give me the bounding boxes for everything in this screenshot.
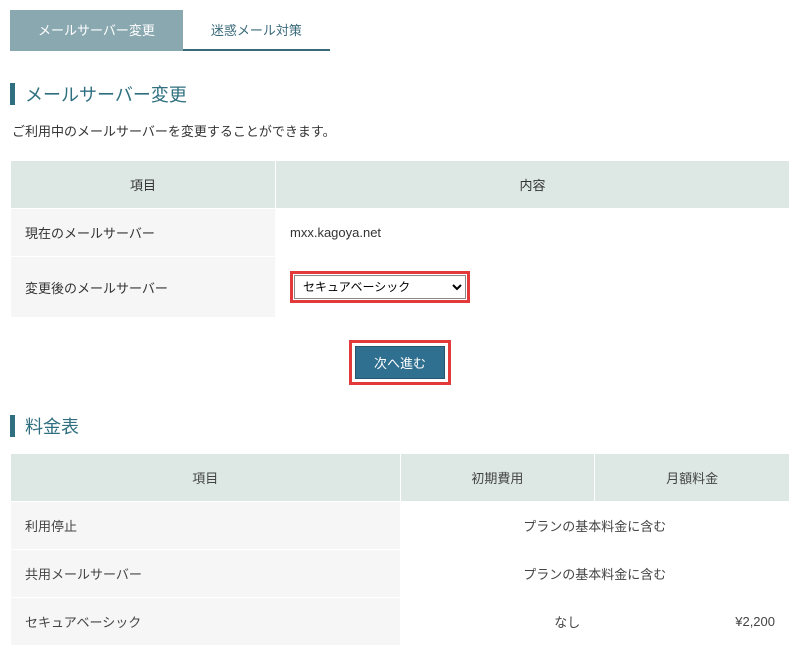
price-head-item: 項目	[11, 454, 401, 502]
heading-bar-icon	[10, 415, 15, 437]
price-row-monthly: ¥2,200	[595, 598, 790, 646]
price-row-label: 共用メールサーバー	[11, 550, 401, 598]
section-title: メールサーバー変更	[25, 81, 187, 107]
price-row-label: 利用停止	[11, 502, 401, 550]
price-row-merged: プランの基本料金に含む	[400, 550, 790, 598]
tab-bar: メールサーバー変更 迷惑メール対策	[10, 10, 790, 51]
new-server-label: 変更後のメールサーバー	[11, 257, 276, 318]
tab-mail-server-change[interactable]: メールサーバー変更	[10, 10, 183, 51]
price-table: 項目 初期費用 月額料金 利用停止 プランの基本料金に含む 共用メールサーバー …	[10, 453, 790, 646]
price-row-merged: プランの基本料金に含む	[400, 502, 790, 550]
next-button[interactable]: 次へ進む	[355, 346, 445, 379]
button-row: 次へ進む	[10, 340, 790, 385]
select-highlight-frame: セキュアベーシック	[290, 271, 470, 303]
current-server-label: 現在のメールサーバー	[11, 209, 276, 257]
price-head-monthly: 月額料金	[595, 454, 790, 502]
new-server-cell: セキュアベーシック	[276, 257, 790, 318]
tab-spam-settings[interactable]: 迷惑メール対策	[183, 10, 330, 51]
config-head-content: 内容	[276, 161, 790, 209]
config-table: 項目 内容 現在のメールサーバー mxx.kagoya.net 変更後のメールサ…	[10, 160, 790, 318]
section-description: ご利用中のメールサーバーを変更することができます。	[12, 121, 790, 140]
new-server-select[interactable]: セキュアベーシック	[294, 275, 466, 299]
price-row-initial: なし	[400, 598, 595, 646]
current-server-value: mxx.kagoya.net	[276, 209, 790, 257]
section-heading-price: 料金表	[10, 413, 790, 439]
config-head-item: 項目	[11, 161, 276, 209]
price-head-initial: 初期費用	[400, 454, 595, 502]
section-title: 料金表	[25, 413, 79, 439]
button-highlight-frame: 次へ進む	[349, 340, 451, 385]
section-heading-mail-server: メールサーバー変更	[10, 81, 790, 107]
heading-bar-icon	[10, 83, 15, 105]
price-row-label: セキュアベーシック	[11, 598, 401, 646]
